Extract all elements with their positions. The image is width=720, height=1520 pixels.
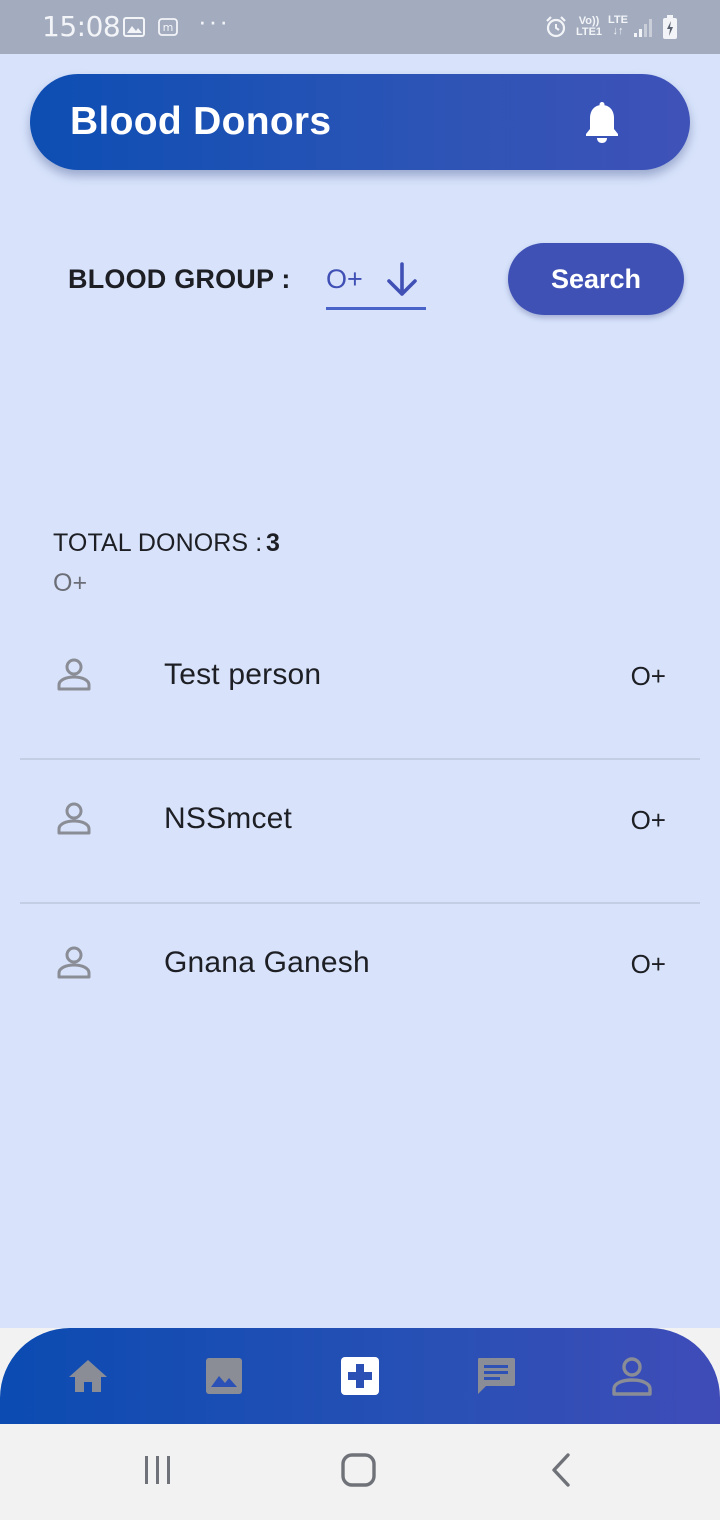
- person-icon[interactable]: [610, 1354, 654, 1398]
- volte-icon: Vo)) LTE1: [575, 15, 603, 38]
- alarm-icon: [544, 15, 568, 44]
- total-donors-count: 3: [266, 529, 280, 557]
- back-icon[interactable]: [546, 1452, 576, 1493]
- medical-cross-icon[interactable]: [338, 1354, 382, 1398]
- chat-icon[interactable]: [474, 1354, 518, 1398]
- blood-group-dropdown[interactable]: O+: [326, 256, 426, 310]
- status-time: 15:08: [42, 10, 121, 43]
- donor-list-item[interactable]: NSSmcet O+: [20, 760, 700, 904]
- donor-list-item[interactable]: Test person O+: [20, 616, 700, 760]
- image-icon[interactable]: [202, 1354, 246, 1398]
- app-title: Blood Donors: [70, 100, 332, 143]
- arrow-down-icon: [384, 260, 420, 305]
- donor-blood-group: O+: [630, 949, 666, 979]
- lte-icon: LTE ↓↑: [606, 15, 630, 37]
- gallery-icon: [123, 17, 145, 42]
- donor-name: NSSmcet: [164, 802, 293, 835]
- status-bar: 15:08 m ··· Vo)) LTE1 LTE ↓↑: [0, 0, 720, 54]
- home-button-icon[interactable]: [340, 1452, 378, 1493]
- person-icon: [56, 800, 92, 841]
- blood-group-label: BLOOD GROUP :: [68, 264, 291, 294]
- data-arrows-icon: ↓↑: [612, 25, 624, 37]
- donor-name: Test person: [164, 658, 322, 691]
- home-icon[interactable]: [66, 1354, 110, 1398]
- recent-apps-icon[interactable]: [140, 1452, 176, 1493]
- signal-icon: [632, 17, 654, 44]
- blood-group-selected: O+: [326, 264, 363, 294]
- total-donors-label: TOTAL DONORS :: [53, 529, 263, 557]
- search-button[interactable]: Search: [508, 243, 684, 315]
- person-icon: [56, 944, 92, 985]
- bell-icon[interactable]: [582, 101, 622, 150]
- more-notifications-icon: ···: [198, 6, 230, 36]
- app-header: Blood Donors: [30, 74, 690, 170]
- donor-blood-group: O+: [630, 661, 666, 691]
- donor-blood-group: O+: [630, 805, 666, 835]
- svg-text:m: m: [163, 21, 174, 34]
- battery-charging-icon: [662, 14, 678, 45]
- system-nav-bar: [0, 1424, 720, 1520]
- bottom-nav: [0, 1328, 720, 1424]
- person-icon: [56, 656, 92, 697]
- total-donors-group: O+: [53, 569, 88, 597]
- donor-name: Gnana Ganesh: [164, 946, 370, 979]
- donor-list-item[interactable]: Gnana Ganesh O+: [20, 904, 700, 1048]
- m-app-icon: m: [158, 18, 178, 41]
